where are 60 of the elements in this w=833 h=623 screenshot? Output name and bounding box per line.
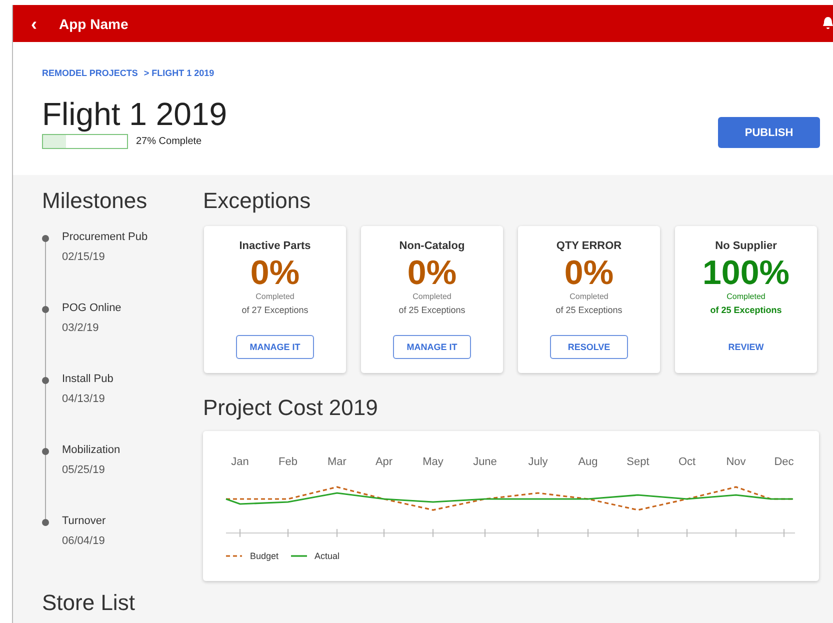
milestone-name: POG Online	[62, 302, 122, 314]
completed-caption: Completed	[570, 292, 608, 301]
milestone-date: 04/13/19	[62, 393, 106, 405]
timeline-dot	[42, 377, 49, 384]
timeline-dot	[42, 306, 49, 313]
breadcrumb-link[interactable]: REMODEL PROJECTS	[42, 68, 138, 78]
percent-value: 0%	[250, 255, 300, 291]
month-label: Jan	[231, 456, 249, 468]
action-button[interactable]: MANAGE IT	[236, 335, 314, 359]
card-title: Inactive Parts	[239, 240, 311, 252]
progress-label: 27% Complete	[136, 136, 202, 147]
month-label: Feb	[278, 456, 298, 468]
section-heading: Exceptions	[203, 187, 312, 214]
month-label: July	[528, 456, 548, 468]
milestone-name: Procurement Pub	[62, 231, 148, 243]
publish-button[interactable]: PUBLISH	[718, 117, 820, 148]
milestone-name: Turnover	[62, 515, 106, 527]
action-button[interactable]: MANAGE IT	[393, 335, 471, 359]
completed-caption: Completed	[256, 292, 294, 301]
section-heading: Store List	[42, 589, 136, 616]
card-title: No Supplier	[715, 240, 777, 252]
percent-value: 0%	[407, 255, 457, 291]
timeline-dot	[42, 448, 49, 455]
card-title: QTY ERROR	[556, 240, 622, 252]
timeline-dot	[42, 235, 49, 242]
percent-value: 100%	[702, 255, 790, 291]
milestone-date: 05/25/19	[62, 464, 106, 476]
bell-icon[interactable]	[823, 16, 833, 30]
breadcrumb-link[interactable]: > FLIGHT 1 2019	[144, 68, 214, 78]
month-label: Nov	[726, 456, 746, 468]
month-label: Mar	[328, 456, 346, 468]
completed-caption: Completed	[412, 292, 452, 301]
page-title: Flight 1 2019	[42, 96, 228, 132]
month-label: Aug	[578, 456, 598, 468]
legend-label: Budget	[250, 551, 279, 561]
timeline-dot	[42, 519, 49, 526]
month-label: May	[422, 456, 444, 468]
exception-count: of 25 Exceptions	[398, 305, 466, 315]
completed-caption: Completed	[726, 292, 766, 301]
milestone-name: Mobilization	[62, 444, 120, 456]
exception-count: of 25 Exceptions	[556, 305, 622, 315]
section-heading: Project Cost 2019	[203, 394, 379, 421]
milestone-date: 02/15/19	[62, 251, 106, 263]
back-button[interactable]: ‹	[27, 14, 41, 32]
legend-label: Actual	[314, 551, 340, 561]
month-label: Apr	[375, 456, 393, 468]
exception-count: of 27 Exceptions	[242, 305, 308, 315]
milestone-name: Install Pub	[62, 373, 114, 385]
app-title: App Name	[59, 16, 128, 32]
milestone-date: 03/2/19	[62, 322, 100, 334]
section-heading: Milestones	[42, 187, 148, 214]
month-label: Dec	[774, 456, 794, 468]
milestone-date: 06/04/19	[62, 535, 106, 547]
card-title: Non-Catalog	[399, 240, 465, 252]
action-button[interactable]: RESOLVE	[550, 335, 628, 359]
month-label: Oct	[678, 456, 696, 468]
month-label: June	[473, 456, 497, 468]
exception-count: of 25 Exceptions	[710, 305, 782, 315]
month-label: Sept	[626, 456, 650, 468]
percent-value: 0%	[564, 255, 614, 291]
